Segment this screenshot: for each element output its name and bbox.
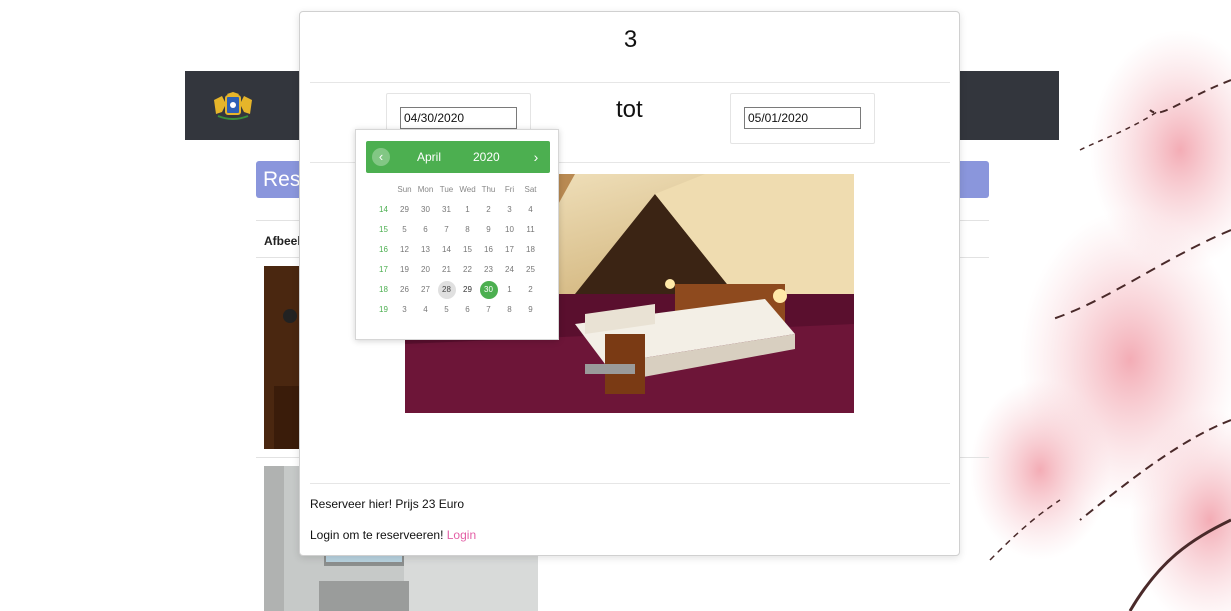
calendar-day[interactable]: 21: [436, 260, 457, 280]
calendar-day[interactable]: 6: [415, 220, 436, 240]
calendar-day[interactable]: 27: [415, 280, 436, 300]
calendar-day[interactable]: 4: [520, 200, 541, 220]
calendar-day-selected[interactable]: 30: [479, 281, 498, 299]
banner-title: Res: [263, 168, 301, 191]
calendar-day[interactable]: 23: [478, 260, 499, 280]
calendar-day[interactable]: 2: [520, 280, 541, 300]
price-text: Reserveer hier! Prijs 23 Euro: [310, 497, 465, 511]
calendar-day[interactable]: 13: [415, 240, 436, 260]
modal-title: 3: [623, 26, 638, 53]
year-label[interactable]: 2020: [473, 150, 500, 164]
calendar-day[interactable]: 4: [415, 300, 436, 320]
datepicker-popup: ‹ April 2020 › Sun Mon Tue Wed Thu Fri S…: [355, 129, 559, 340]
calendar-day[interactable]: 2: [478, 200, 499, 220]
calendar-day[interactable]: 22: [457, 260, 478, 280]
week-number-header: [373, 180, 394, 200]
calendar-day[interactable]: 31: [436, 200, 457, 220]
calendar-day[interactable]: 20: [415, 260, 436, 280]
calendar-day-today[interactable]: 28: [437, 281, 456, 299]
calendar-day[interactable]: 8: [499, 300, 520, 320]
weekday-label: Sat: [524, 185, 537, 194]
calendar-day[interactable]: 7: [436, 220, 457, 240]
calendar-day[interactable]: 10: [499, 220, 520, 240]
datepicker-header: ‹ April 2020 ›: [366, 141, 550, 173]
week-row: 14 29 30 31 1 2 3 4: [373, 200, 541, 220]
week-row: 18 26 27 28 29 30 1 2: [373, 280, 541, 300]
week-row: 15 5 6 7 8 9 10 11: [373, 220, 541, 240]
calendar-day[interactable]: 29: [394, 200, 415, 220]
calendar-day[interactable]: 5: [436, 300, 457, 320]
calendar-day[interactable]: 8: [457, 220, 478, 240]
weekday-label: Fri: [504, 185, 515, 194]
week-number: 15: [379, 225, 388, 234]
divider: [310, 82, 950, 83]
calendar-day[interactable]: 6: [457, 300, 478, 320]
calendar-day[interactable]: 24: [499, 260, 520, 280]
login-prompt: Login om te reserveeren! Login: [310, 528, 476, 542]
divider: [310, 483, 950, 484]
date-range-separator: tot: [616, 96, 643, 123]
start-date-input[interactable]: [400, 107, 517, 129]
week-number: 19: [379, 305, 388, 314]
calendar-day[interactable]: 17: [499, 240, 520, 260]
week-row: 17 19 20 21 22 23 24 25: [373, 260, 541, 280]
week-number: 16: [379, 245, 388, 254]
weekday-label: Sun: [397, 185, 412, 194]
coat-of-arms-logo[interactable]: [212, 92, 254, 120]
calendar-day[interactable]: 3: [499, 200, 520, 220]
weekday-row: Sun Mon Tue Wed Thu Fri Sat: [373, 180, 541, 200]
login-link[interactable]: Login: [447, 528, 476, 542]
week-row: 16 12 13 14 15 16 17 18: [373, 240, 541, 260]
chevron-right-icon[interactable]: ›: [527, 148, 545, 166]
calendar-day[interactable]: 19: [394, 260, 415, 280]
week-number: 14: [379, 205, 388, 214]
weekday-label: Mon: [417, 185, 434, 194]
login-prompt-text: Login om te reserveeren!: [310, 528, 444, 542]
calendar-day[interactable]: 18: [520, 240, 541, 260]
end-date-input[interactable]: [744, 107, 861, 129]
calendar-day[interactable]: 1: [499, 280, 520, 300]
weekday-label: Tue: [439, 185, 454, 194]
calendar-day[interactable]: 25: [520, 260, 541, 280]
week-row: 19 3 4 5 6 7 8 9: [373, 300, 541, 320]
calendar-day[interactable]: 7: [478, 300, 499, 320]
calendar-day[interactable]: 12: [394, 240, 415, 260]
calendar-day[interactable]: 30: [415, 200, 436, 220]
calendar-day[interactable]: 5: [394, 220, 415, 240]
weekday-label: Thu: [481, 185, 496, 194]
calendar-day[interactable]: 29: [457, 280, 478, 300]
calendar-day[interactable]: 14: [436, 240, 457, 260]
calendar-day[interactable]: 26: [394, 280, 415, 300]
week-number: 17: [379, 265, 388, 274]
calendar-day[interactable]: 3: [394, 300, 415, 320]
calendar-day[interactable]: 11: [520, 220, 541, 240]
calendar-day[interactable]: 1: [457, 200, 478, 220]
calendar-day[interactable]: 16: [478, 240, 499, 260]
table-header-image: Afbeel: [264, 234, 301, 248]
calendar-day[interactable]: 9: [520, 300, 541, 320]
chevron-left-icon[interactable]: ‹: [372, 148, 390, 166]
week-number: 18: [379, 285, 388, 294]
end-date-card: [730, 93, 875, 144]
calendar-day[interactable]: 9: [478, 220, 499, 240]
datepicker-grid: Sun Mon Tue Wed Thu Fri Sat 14 29 30 31 …: [373, 180, 541, 320]
calendar-day[interactable]: 15: [457, 240, 478, 260]
weekday-label: Wed: [459, 185, 476, 194]
month-label[interactable]: April: [417, 150, 441, 164]
